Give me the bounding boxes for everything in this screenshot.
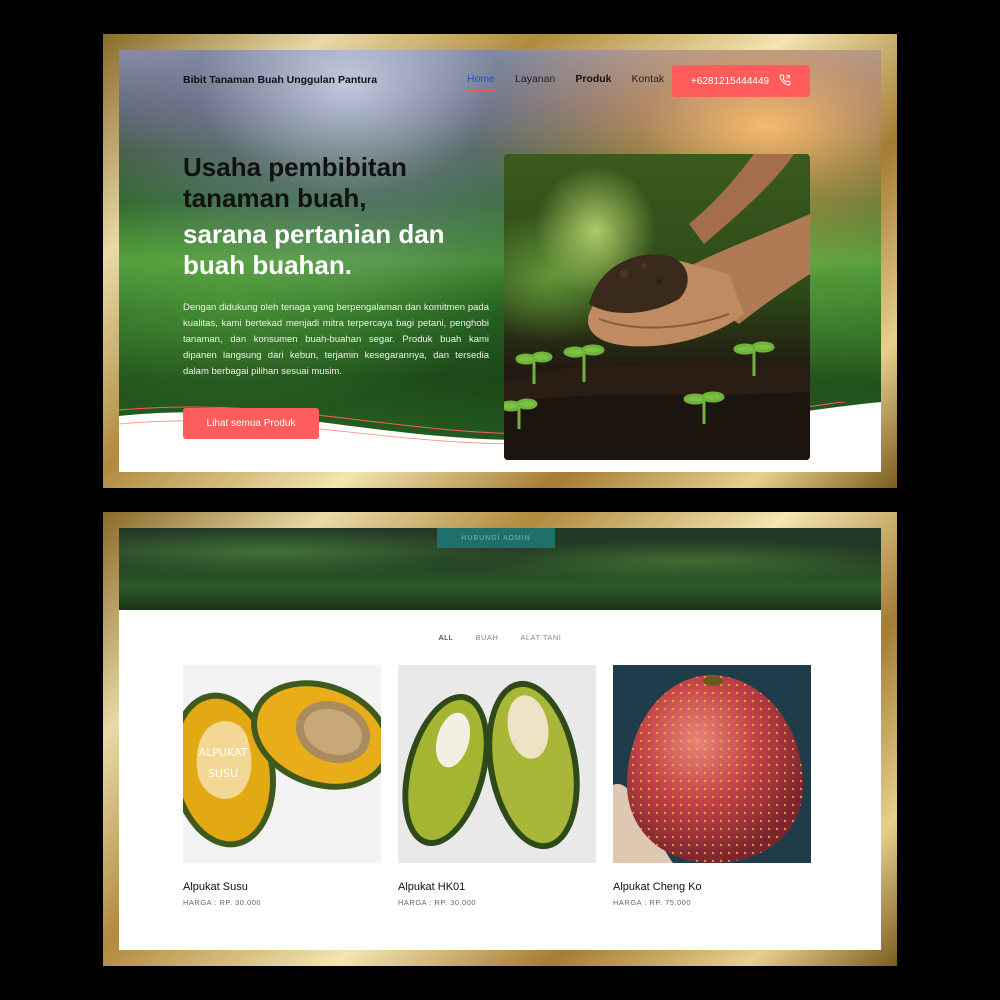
nav-links: Home Layanan Produk Kontak: [467, 73, 684, 91]
phone-number: +6281215444449: [690, 75, 770, 87]
product-price: HARGA : RP. 30.000: [183, 898, 262, 907]
phone-call-icon: [779, 73, 791, 89]
product-filters: ALL BUAH ALAT TANI: [119, 633, 881, 642]
contact-admin-button[interactable]: HUBUNGI ADMIN: [437, 528, 555, 548]
hero-photo-hands-soil: [504, 154, 810, 460]
product-grid: ALPUKAT SUSU Alpukat Susu HARGA : RP. 30…: [183, 665, 811, 907]
top-navbar: Bibit Tanaman Buah Unggulan Pantura Home…: [119, 50, 881, 108]
hero-description: Dengan didukung oleh tenaga yang berpeng…: [183, 302, 489, 377]
svg-text:ALPUKAT: ALPUKAT: [199, 746, 248, 759]
product-price: HARGA : RP. 30.000: [398, 898, 477, 907]
nav-home[interactable]: Home: [467, 73, 496, 91]
product-name[interactable]: Alpukat Cheng Ko: [613, 881, 811, 893]
hero-section: Bibit Tanaman Buah Unggulan Pantura Home…: [119, 50, 881, 472]
product-name[interactable]: Alpukat HK01: [398, 881, 596, 893]
product-name[interactable]: Alpukat Susu: [183, 881, 381, 893]
hero-title: Usaha pembibitan tanaman buah, sarana pe…: [183, 152, 493, 281]
hero-title-line1: Usaha pembibitan tanaman buah,: [183, 152, 407, 213]
nav-layanan[interactable]: Layanan: [515, 73, 555, 85]
filter-all[interactable]: ALL: [439, 633, 454, 642]
product-image-alpukat-cheng-ko: [613, 665, 811, 863]
nav-produk[interactable]: Produk: [575, 73, 611, 85]
phone-button[interactable]: +6281215444449: [672, 65, 810, 97]
filter-buah[interactable]: BUAH: [475, 633, 498, 642]
hero-frame: Bibit Tanaman Buah Unggulan Pantura Home…: [103, 34, 897, 488]
product-card[interactable]: Alpukat Cheng Ko HARGA : RP. 75.000: [613, 665, 811, 907]
nav-kontak[interactable]: Kontak: [631, 73, 664, 85]
product-price: HARGA : RP. 75.000: [613, 898, 692, 907]
products-section: HUBUNGI ADMIN ALL BUAH ALAT TANI ALPUKAT: [119, 528, 881, 950]
brand-name[interactable]: Bibit Tanaman Buah Unggulan Pantura: [183, 74, 377, 86]
product-card[interactable]: ALPUKAT SUSU Alpukat Susu HARGA : RP. 30…: [183, 665, 381, 907]
hero-title-line2: sarana pertanian dan buah buahan.: [183, 219, 445, 280]
products-frame: HUBUNGI ADMIN ALL BUAH ALAT TANI ALPUKAT: [103, 512, 897, 966]
product-image-alpukat-susu: ALPUKAT SUSU: [183, 665, 381, 863]
hands-soil-illustration: [504, 154, 810, 460]
filter-alat-tani[interactable]: ALAT TANI: [520, 633, 561, 642]
svg-text:SUSU: SUSU: [208, 767, 238, 780]
product-card[interactable]: Alpukat HK01 HARGA : RP. 30.000: [398, 665, 596, 907]
product-image-alpukat-hk01: [398, 665, 596, 863]
view-all-products-button[interactable]: Lihat semua Produk: [183, 408, 319, 439]
